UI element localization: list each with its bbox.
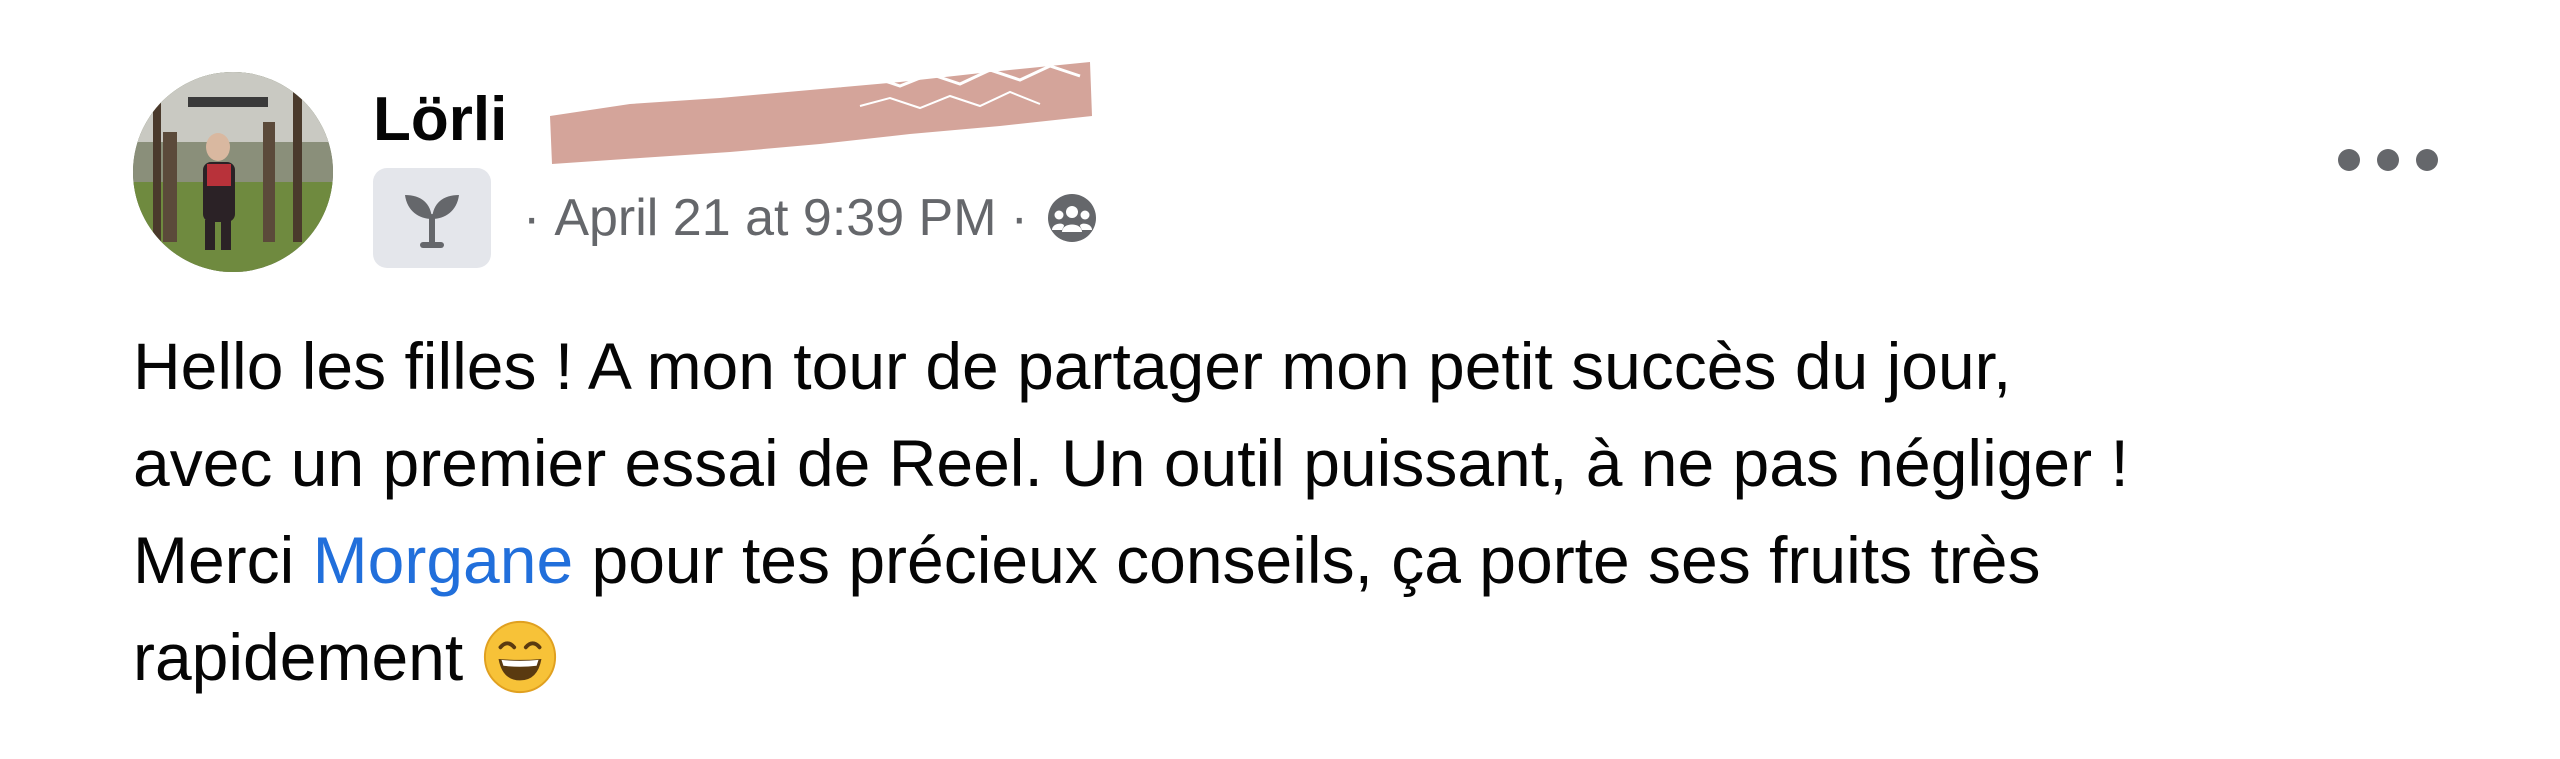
meta-separator: · (523, 189, 541, 247)
avatar-photo (133, 72, 333, 272)
grinning-face-emoji (484, 620, 557, 693)
message-line: rapidement (133, 609, 2533, 706)
group-badge[interactable] (373, 168, 491, 268)
more-dot (2377, 149, 2399, 171)
message-line: Merci Morgane pour tes précieux conseils… (133, 512, 2533, 609)
author-name[interactable]: Lörli (373, 80, 507, 160)
redaction-mark (550, 62, 1092, 164)
message-line: Hello les filles ! A mon tour de partage… (133, 329, 2012, 403)
more-options-icon[interactable] (2338, 140, 2438, 180)
more-dot (2416, 149, 2438, 171)
message-text: rapidement (133, 620, 464, 694)
avatar[interactable] (133, 72, 333, 272)
mention-link[interactable]: Morgane (313, 523, 574, 597)
post-meta: · April 21 at 9:39 PM · (373, 168, 1102, 268)
author-first-name[interactable]: Lörli (373, 85, 507, 154)
sprout-icon (405, 195, 459, 248)
message-text: pour tes précieux conseils, ça porte ses… (573, 523, 2041, 597)
more-dot (2338, 149, 2360, 171)
group-audience-icon[interactable] (1042, 188, 1102, 248)
facebook-post: Lörli · April 21 at 9:39 PM · Hello les … (0, 0, 2560, 759)
meta-separator: · (1010, 189, 1028, 247)
message-text: Merci (133, 523, 313, 597)
post-timestamp[interactable]: April 21 at 9:39 PM (554, 188, 996, 248)
message-line: avec un premier essai de Reel. Un outil … (133, 426, 2129, 500)
post-message: Hello les filles ! A mon tour de partage… (133, 318, 2533, 706)
